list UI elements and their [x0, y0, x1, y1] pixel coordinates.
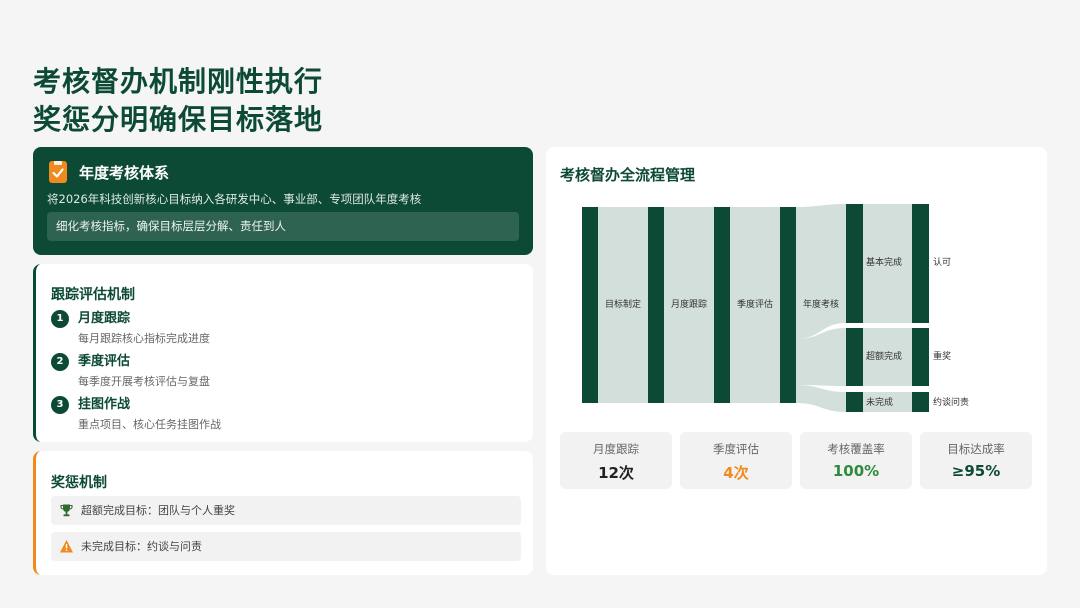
flow-node-result: [912, 328, 929, 386]
flow-grade-label: 基本完成: [866, 256, 902, 268]
tracking-card: 跟踪评估机制 1 月度跟踪 每月跟踪核心指标完成进度 2 季度评估 每季度开展考…: [33, 264, 533, 442]
flow-band: [796, 385, 846, 412]
flow-node-grade: [846, 328, 863, 386]
flow-node-result: [912, 204, 929, 323]
annual-title: 年度考核体系: [79, 164, 170, 182]
penalty-item-text: 未完成目标：约谈与问责: [81, 540, 202, 553]
stat-quarterly-review: 季度评估 4次: [680, 432, 792, 489]
flow-grade-label: 超额完成: [866, 350, 902, 362]
tracking-item: 3 挂图作战 重点项目、核心任务挂图作战: [51, 396, 511, 432]
flow-stage-label: 季度评估: [737, 298, 773, 310]
flow-grade-label: 未完成: [866, 396, 893, 408]
page-title: 考核督办机制刚性执行 奖惩分明确保目标落地: [33, 63, 323, 139]
reward-item: 超额完成目标：团队与个人重奖: [51, 496, 521, 525]
tracking-item: 2 季度评估 每季度开展考核评估与复盘: [51, 353, 511, 389]
flow-stage-label: 目标制定: [605, 298, 641, 310]
reward-item-text: 超额完成目标：团队与个人重奖: [81, 504, 235, 517]
warning-icon: [59, 539, 74, 554]
step-number-badge: 3: [51, 396, 69, 414]
trophy-icon: [59, 503, 74, 518]
page-title-line-1: 考核督办机制刚性执行: [33, 65, 324, 98]
stat-coverage-rate: 考核覆盖率 100%: [800, 432, 912, 489]
annual-description: 将2026年科技创新核心目标纳入各研发中心、事业部、专项团队年度考核: [47, 192, 422, 206]
flow-node-stage: [648, 207, 664, 403]
stat-label: 目标达成率: [947, 442, 1005, 456]
stat-label: 考核覆盖率: [827, 442, 885, 456]
tracking-item-desc: 每季度开展考核评估与复盘: [78, 375, 210, 388]
tracking-item-label: 月度跟踪: [78, 311, 131, 326]
flow-result-label: 重奖: [933, 350, 951, 362]
tracking-item-desc: 每月跟踪核心指标完成进度: [78, 332, 210, 345]
step-number-badge: 2: [51, 353, 69, 371]
flow-node-grade: [846, 204, 863, 323]
flow-node-stage: [714, 207, 730, 403]
flow-band: [796, 204, 846, 339]
tracking-item-label: 挂图作战: [78, 397, 131, 412]
tracking-title: 跟踪评估机制: [51, 287, 135, 303]
flow-node-stage: [780, 207, 796, 403]
stat-value: ≥95%: [951, 462, 1001, 480]
tracking-item: 1 月度跟踪 每月跟踪核心指标完成进度: [51, 310, 511, 346]
annual-assessment-card: 年度考核体系 将2026年科技创新核心目标纳入各研发中心、事业部、专项团队年度考…: [33, 147, 533, 255]
reward-card: 奖惩机制 超额完成目标：团队与个人重奖 未完成目标：约谈与问责: [33, 451, 533, 575]
stat-label: 季度评估: [713, 442, 759, 456]
stat-label: 月度跟踪: [593, 442, 639, 456]
step-number-badge: 1: [51, 310, 69, 328]
flow-node-stage: [582, 207, 598, 403]
tracking-item-label: 季度评估: [78, 354, 131, 369]
flow-result-label: 约谈问责: [933, 396, 969, 408]
flow-node-result: [912, 392, 929, 412]
stat-value: 12次: [598, 464, 634, 482]
flow-stage-label: 月度跟踪: [671, 298, 707, 310]
stat-value: 100%: [832, 462, 880, 480]
stat-achievement-rate: 目标达成率 ≥95%: [920, 432, 1032, 489]
reward-title: 奖惩机制: [51, 475, 107, 491]
flow-stage-label: 年度考核: [803, 298, 839, 310]
stat-value: 4次: [723, 464, 749, 482]
flow-card: 考核督办全流程管理 目标制定 月度跟踪 季度评估 年度考核 基本完成 超额完成: [546, 147, 1047, 575]
flow-node-grade: [846, 392, 863, 412]
clipboard-check-icon: [49, 161, 67, 183]
penalty-item: 未完成目标：约谈与问责: [51, 532, 521, 561]
flow-diagram: 目标制定 月度跟踪 季度评估 年度考核 基本完成 超额完成 未完成 认可 重奖 …: [582, 204, 969, 412]
annual-subnote: 细化考核指标，确保目标层层分解、责任到人: [47, 212, 519, 241]
tracking-item-desc: 重点项目、核心任务挂图作战: [78, 418, 221, 431]
stat-monthly-tracking: 月度跟踪 12次: [560, 432, 672, 489]
flow-result-label: 认可: [933, 256, 951, 268]
page-title-line-2: 奖惩分明确保目标落地: [33, 103, 324, 136]
